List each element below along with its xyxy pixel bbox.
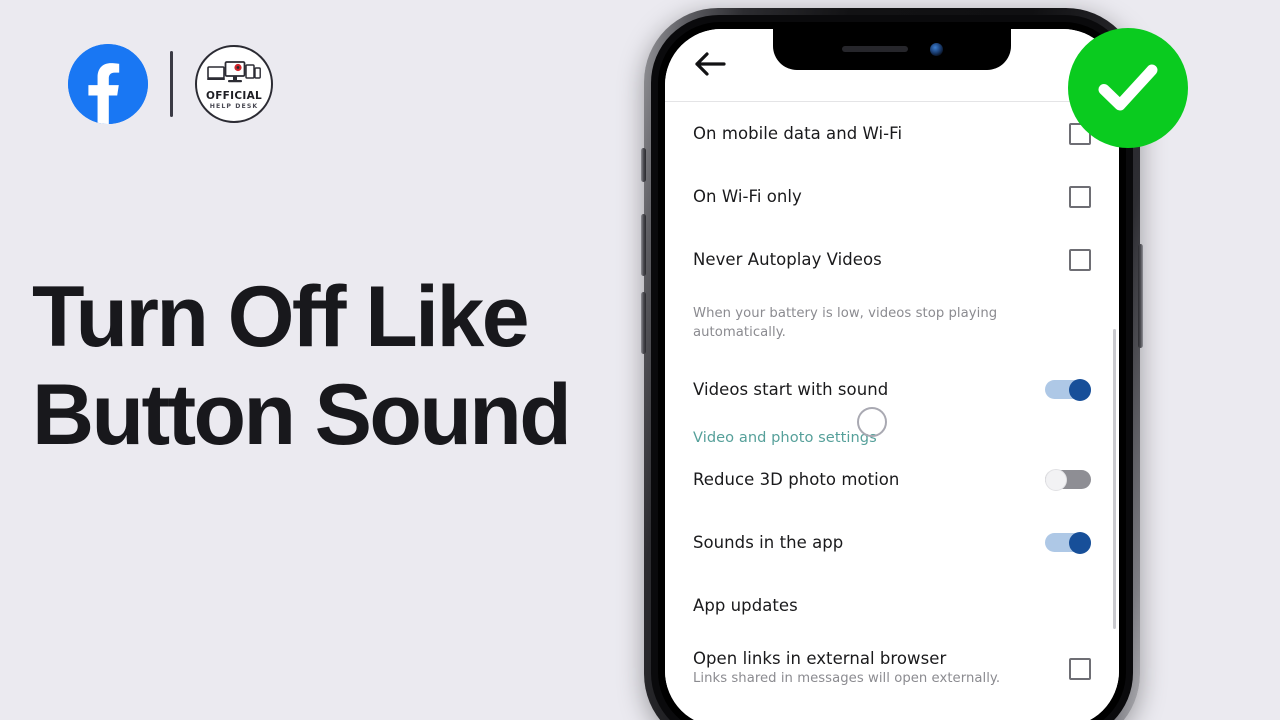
phone-notch: [773, 29, 1011, 70]
setting-row-videos-start-with-sound[interactable]: Videos start with sound: [693, 358, 1091, 421]
setting-row-open-links-in-external-browser[interactable]: Open links in external browser Links sha…: [693, 637, 1091, 700]
setting-text-stack: Open links in external browser Links sha…: [693, 649, 1000, 688]
setting-row-reduce-3d-photo-motion[interactable]: Reduce 3D photo motion: [693, 448, 1091, 511]
scrollbar[interactable]: [1113, 329, 1116, 629]
phone-mockup: On mobile data and Wi-Fi On Wi-Fi only N…: [641, 8, 1143, 720]
setting-label: On Wi-Fi only: [693, 187, 802, 206]
settings-list: On mobile data and Wi-Fi On Wi-Fi only N…: [665, 102, 1119, 700]
mute-switch-button[interactable]: [641, 148, 646, 182]
check-mark-icon: [1098, 64, 1158, 111]
cursor-ring: [857, 407, 887, 437]
power-button[interactable]: [1138, 244, 1143, 348]
toggle-reduce-3d-photo-motion[interactable]: [1045, 469, 1091, 492]
checkbox-on-wifi-only[interactable]: [1069, 185, 1091, 208]
back-arrow-icon[interactable]: [694, 51, 726, 77]
setting-label: Sounds in the app: [693, 533, 844, 553]
setting-label: Reduce 3D photo motion: [693, 470, 900, 490]
setting-row-on-mobile-data-and-wifi[interactable]: On mobile data and Wi-Fi: [693, 102, 1091, 165]
volume-up-button[interactable]: [641, 214, 646, 276]
toggle-videos-start-with-sound[interactable]: [1045, 379, 1091, 402]
battery-note-text: When your battery is low, videos stop pl…: [693, 306, 998, 340]
headline-line-2: Button Sound: [32, 367, 572, 464]
volume-down-button[interactable]: [641, 292, 646, 354]
setting-label: Videos start with sound: [693, 380, 889, 400]
branding-row: OFFICIAL HELP DESK: [68, 44, 273, 124]
section-header-video-and-photo-settings: Video and photo settings: [693, 429, 877, 447]
setting-label: Open links in external browser: [693, 649, 947, 669]
help-desk-subtitle: HELP DESK: [209, 103, 259, 111]
speaker-grille-icon: [841, 46, 908, 52]
setting-row-on-wifi-only[interactable]: On Wi-Fi only: [693, 165, 1091, 228]
official-help-desk-logo: OFFICIAL HELP DESK: [195, 45, 273, 123]
setting-row-app-updates[interactable]: App updates: [693, 574, 1091, 637]
toggle-sounds-in-the-app[interactable]: [1045, 532, 1091, 555]
toggle-knob: [1069, 532, 1091, 555]
setting-row-never-autoplay-videos[interactable]: Never Autoplay Videos: [693, 228, 1091, 291]
help-desk-title: OFFICIAL: [205, 90, 262, 103]
screenshot-root: OFFICIAL HELP DESK Turn Off Like Button …: [0, 0, 1280, 720]
toggle-knob: [1069, 379, 1091, 402]
headline-line-1: Turn Off Like: [32, 269, 530, 365]
checkbox-open-links-in-external-browser[interactable]: [1069, 657, 1091, 680]
setting-sublabel: Links shared in messages will open exter…: [693, 671, 1001, 687]
facebook-logo-icon: [68, 44, 148, 124]
setting-row-sounds-in-the-app[interactable]: Sounds in the app: [693, 511, 1091, 574]
front-camera-icon: [929, 42, 943, 56]
setting-label: On mobile data and Wi-Fi: [693, 124, 903, 143]
phone-screen: On mobile data and Wi-Fi On Wi-Fi only N…: [665, 29, 1119, 720]
checkbox-never-autoplay-videos[interactable]: [1069, 248, 1091, 271]
page-title: Turn Off Like Button Sound: [32, 268, 632, 464]
devices-icon: [207, 61, 261, 83]
setting-label: Never Autoplay Videos: [693, 250, 882, 269]
setting-label: App updates: [693, 596, 798, 616]
status-badge: [1068, 28, 1188, 148]
brand-divider: [170, 51, 173, 117]
facebook-settings-screen: On mobile data and Wi-Fi On Wi-Fi only N…: [665, 29, 1119, 720]
